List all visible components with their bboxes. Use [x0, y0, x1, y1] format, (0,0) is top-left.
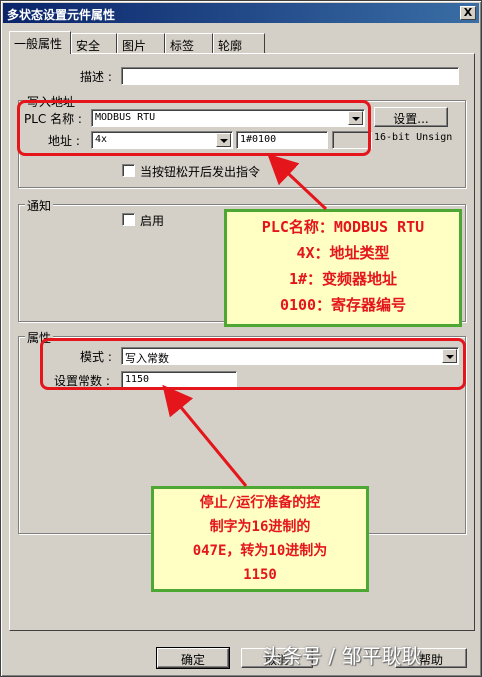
watermark: 头条号 / 邹平耿耿 [262, 644, 422, 668]
arrow-to-address [267, 153, 328, 211]
annotation-arrows [162, 153, 328, 487]
arrow-to-constant [162, 384, 248, 487]
